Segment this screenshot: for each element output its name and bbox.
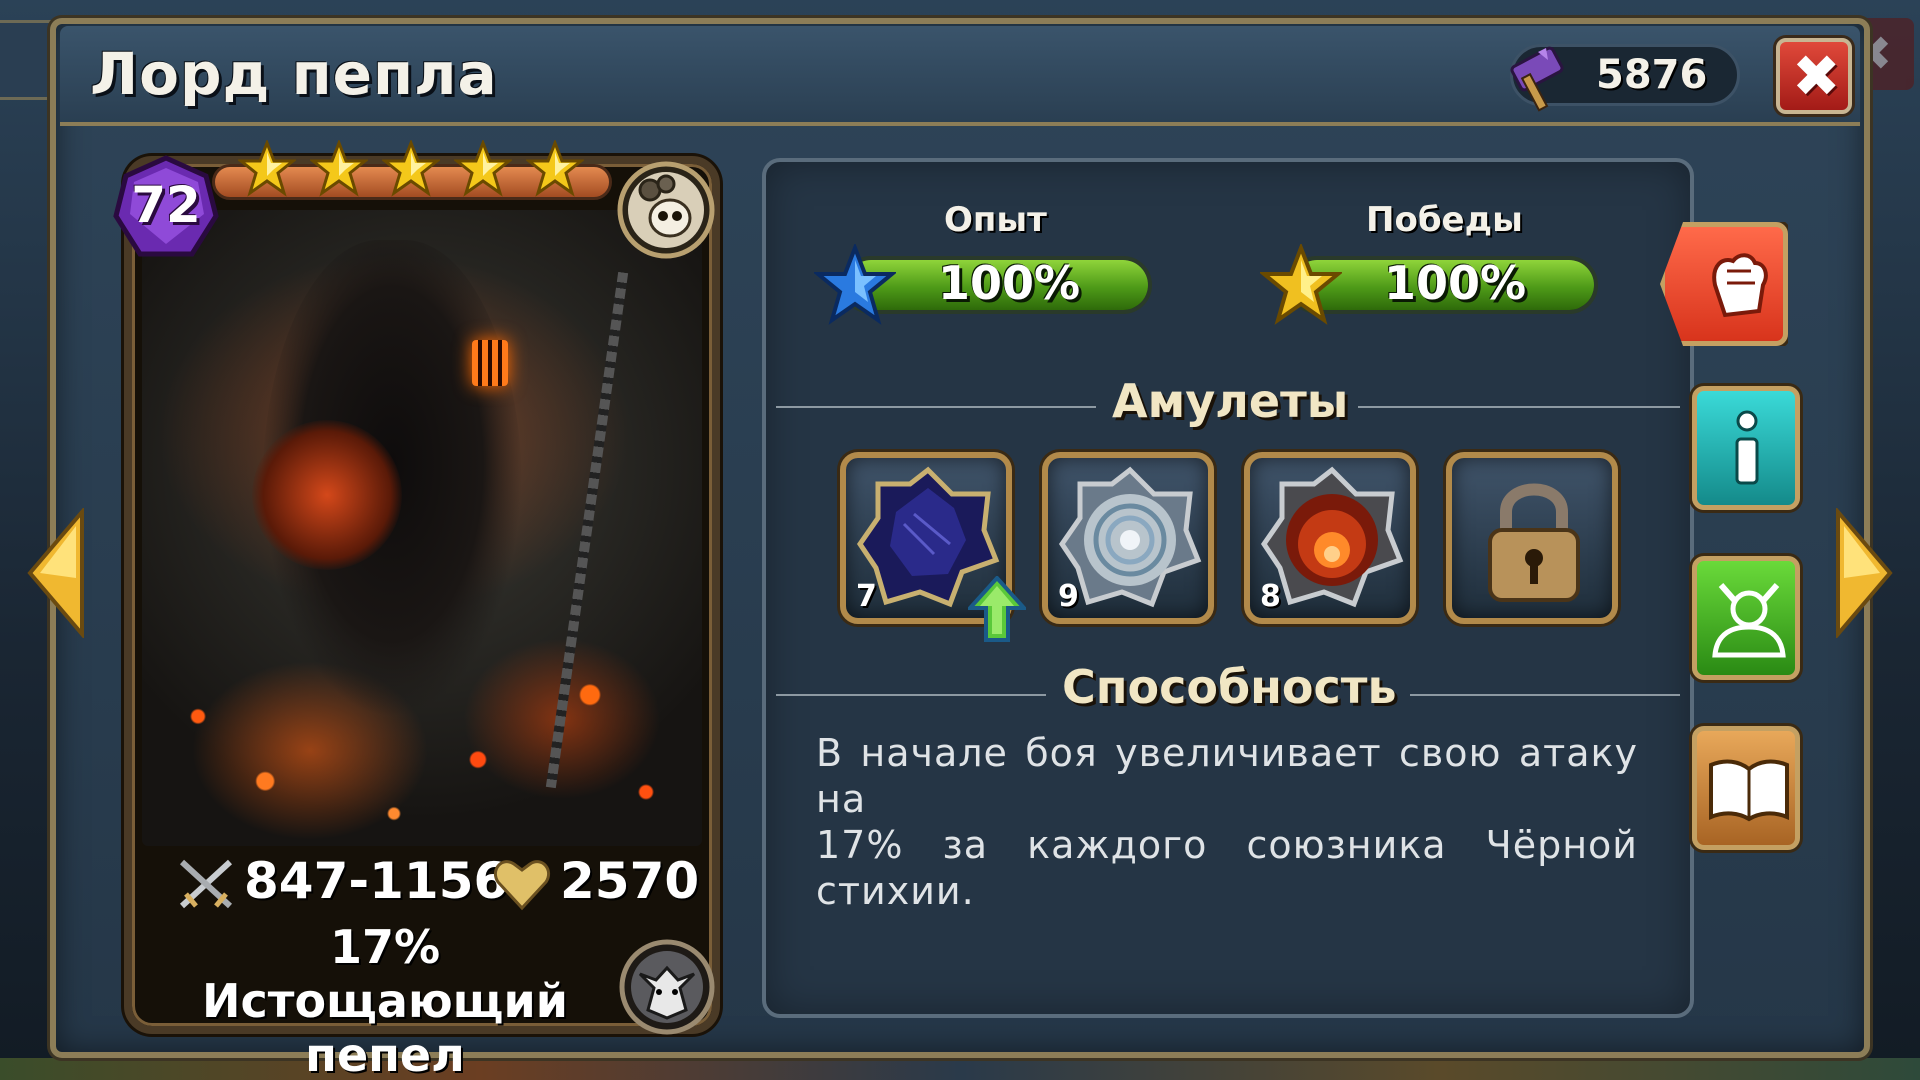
art-hand (252, 420, 402, 570)
padlock-icon (1488, 483, 1580, 602)
star-icon (310, 140, 368, 197)
amulet-level: 9 (1058, 579, 1079, 614)
heart-icon (493, 860, 551, 911)
ability-line-2: 17% за каждого союзника Чёрной стихии. (816, 823, 1638, 913)
amulets-divider-right (1358, 406, 1680, 408)
dark-beast-icon (619, 939, 715, 1035)
book-icon (1709, 759, 1789, 822)
info-icon (1735, 410, 1759, 485)
victories-value: 100% (1384, 256, 1527, 310)
arrow-left-icon[interactable] (26, 508, 86, 638)
passive-line-1: 17% Истощающий (202, 920, 568, 1028)
amulet-level: 7 (856, 579, 877, 614)
ability-divider-left (776, 694, 1046, 696)
attack-value: 847-1156 (244, 852, 509, 910)
star-icon (454, 140, 512, 197)
amulet-slot-3[interactable]: 8 (1244, 452, 1416, 624)
star-icon (526, 140, 584, 197)
close-button[interactable]: ✖ (1776, 38, 1852, 114)
swords-icon (179, 859, 233, 909)
gear-skull-icon (617, 161, 715, 259)
art-embers (142, 630, 702, 846)
ability-title: Способность (1062, 660, 1397, 714)
fist-icon (1712, 253, 1768, 318)
blue-star-icon (814, 244, 896, 325)
evolve-button[interactable] (1692, 556, 1800, 680)
star-icon (238, 140, 296, 197)
star-icon (382, 140, 440, 197)
ability-line-1: В начале боя увеличивает свою атаку на (816, 731, 1638, 821)
book-button[interactable] (1692, 726, 1800, 850)
ability-divider-right (1410, 694, 1680, 696)
passive-skill-name: 17% Истощающий пепел (150, 920, 620, 1080)
hero-silhouette-icon (1712, 583, 1786, 658)
amulet-level: 8 (1260, 579, 1281, 614)
battle-button[interactable] (1660, 222, 1788, 346)
upgrade-arrow-icon[interactable] (968, 576, 1026, 642)
gold-star-icon (1260, 244, 1342, 325)
ability-description: В начале боя увеличивает свою атаку на 1… (816, 730, 1638, 914)
hero-level: 72 (131, 176, 201, 234)
info-button[interactable] (1692, 386, 1800, 510)
purple-hammer-icon (1510, 46, 1564, 112)
experience-value: 100% (938, 256, 1081, 310)
art-eyes (472, 340, 508, 386)
experience-label: Опыт (944, 200, 1047, 240)
amulet-slot-2[interactable]: 9 (1042, 452, 1214, 624)
health-value: 2570 (560, 852, 700, 910)
amulet-slot-4-locked[interactable] (1446, 452, 1618, 624)
amulets-title: Амулеты (1112, 374, 1349, 428)
arrow-right-icon[interactable] (1834, 508, 1894, 638)
amulets-divider-left (776, 406, 1096, 408)
victories-label: Победы (1366, 200, 1523, 240)
close-icon: ✖ (1792, 42, 1841, 110)
currency-value: 5876 (1596, 52, 1708, 98)
ash-lord-artwork (142, 210, 702, 846)
window-title: Лорд пепла (90, 40, 498, 108)
passive-line-2: пепел (305, 1028, 465, 1080)
